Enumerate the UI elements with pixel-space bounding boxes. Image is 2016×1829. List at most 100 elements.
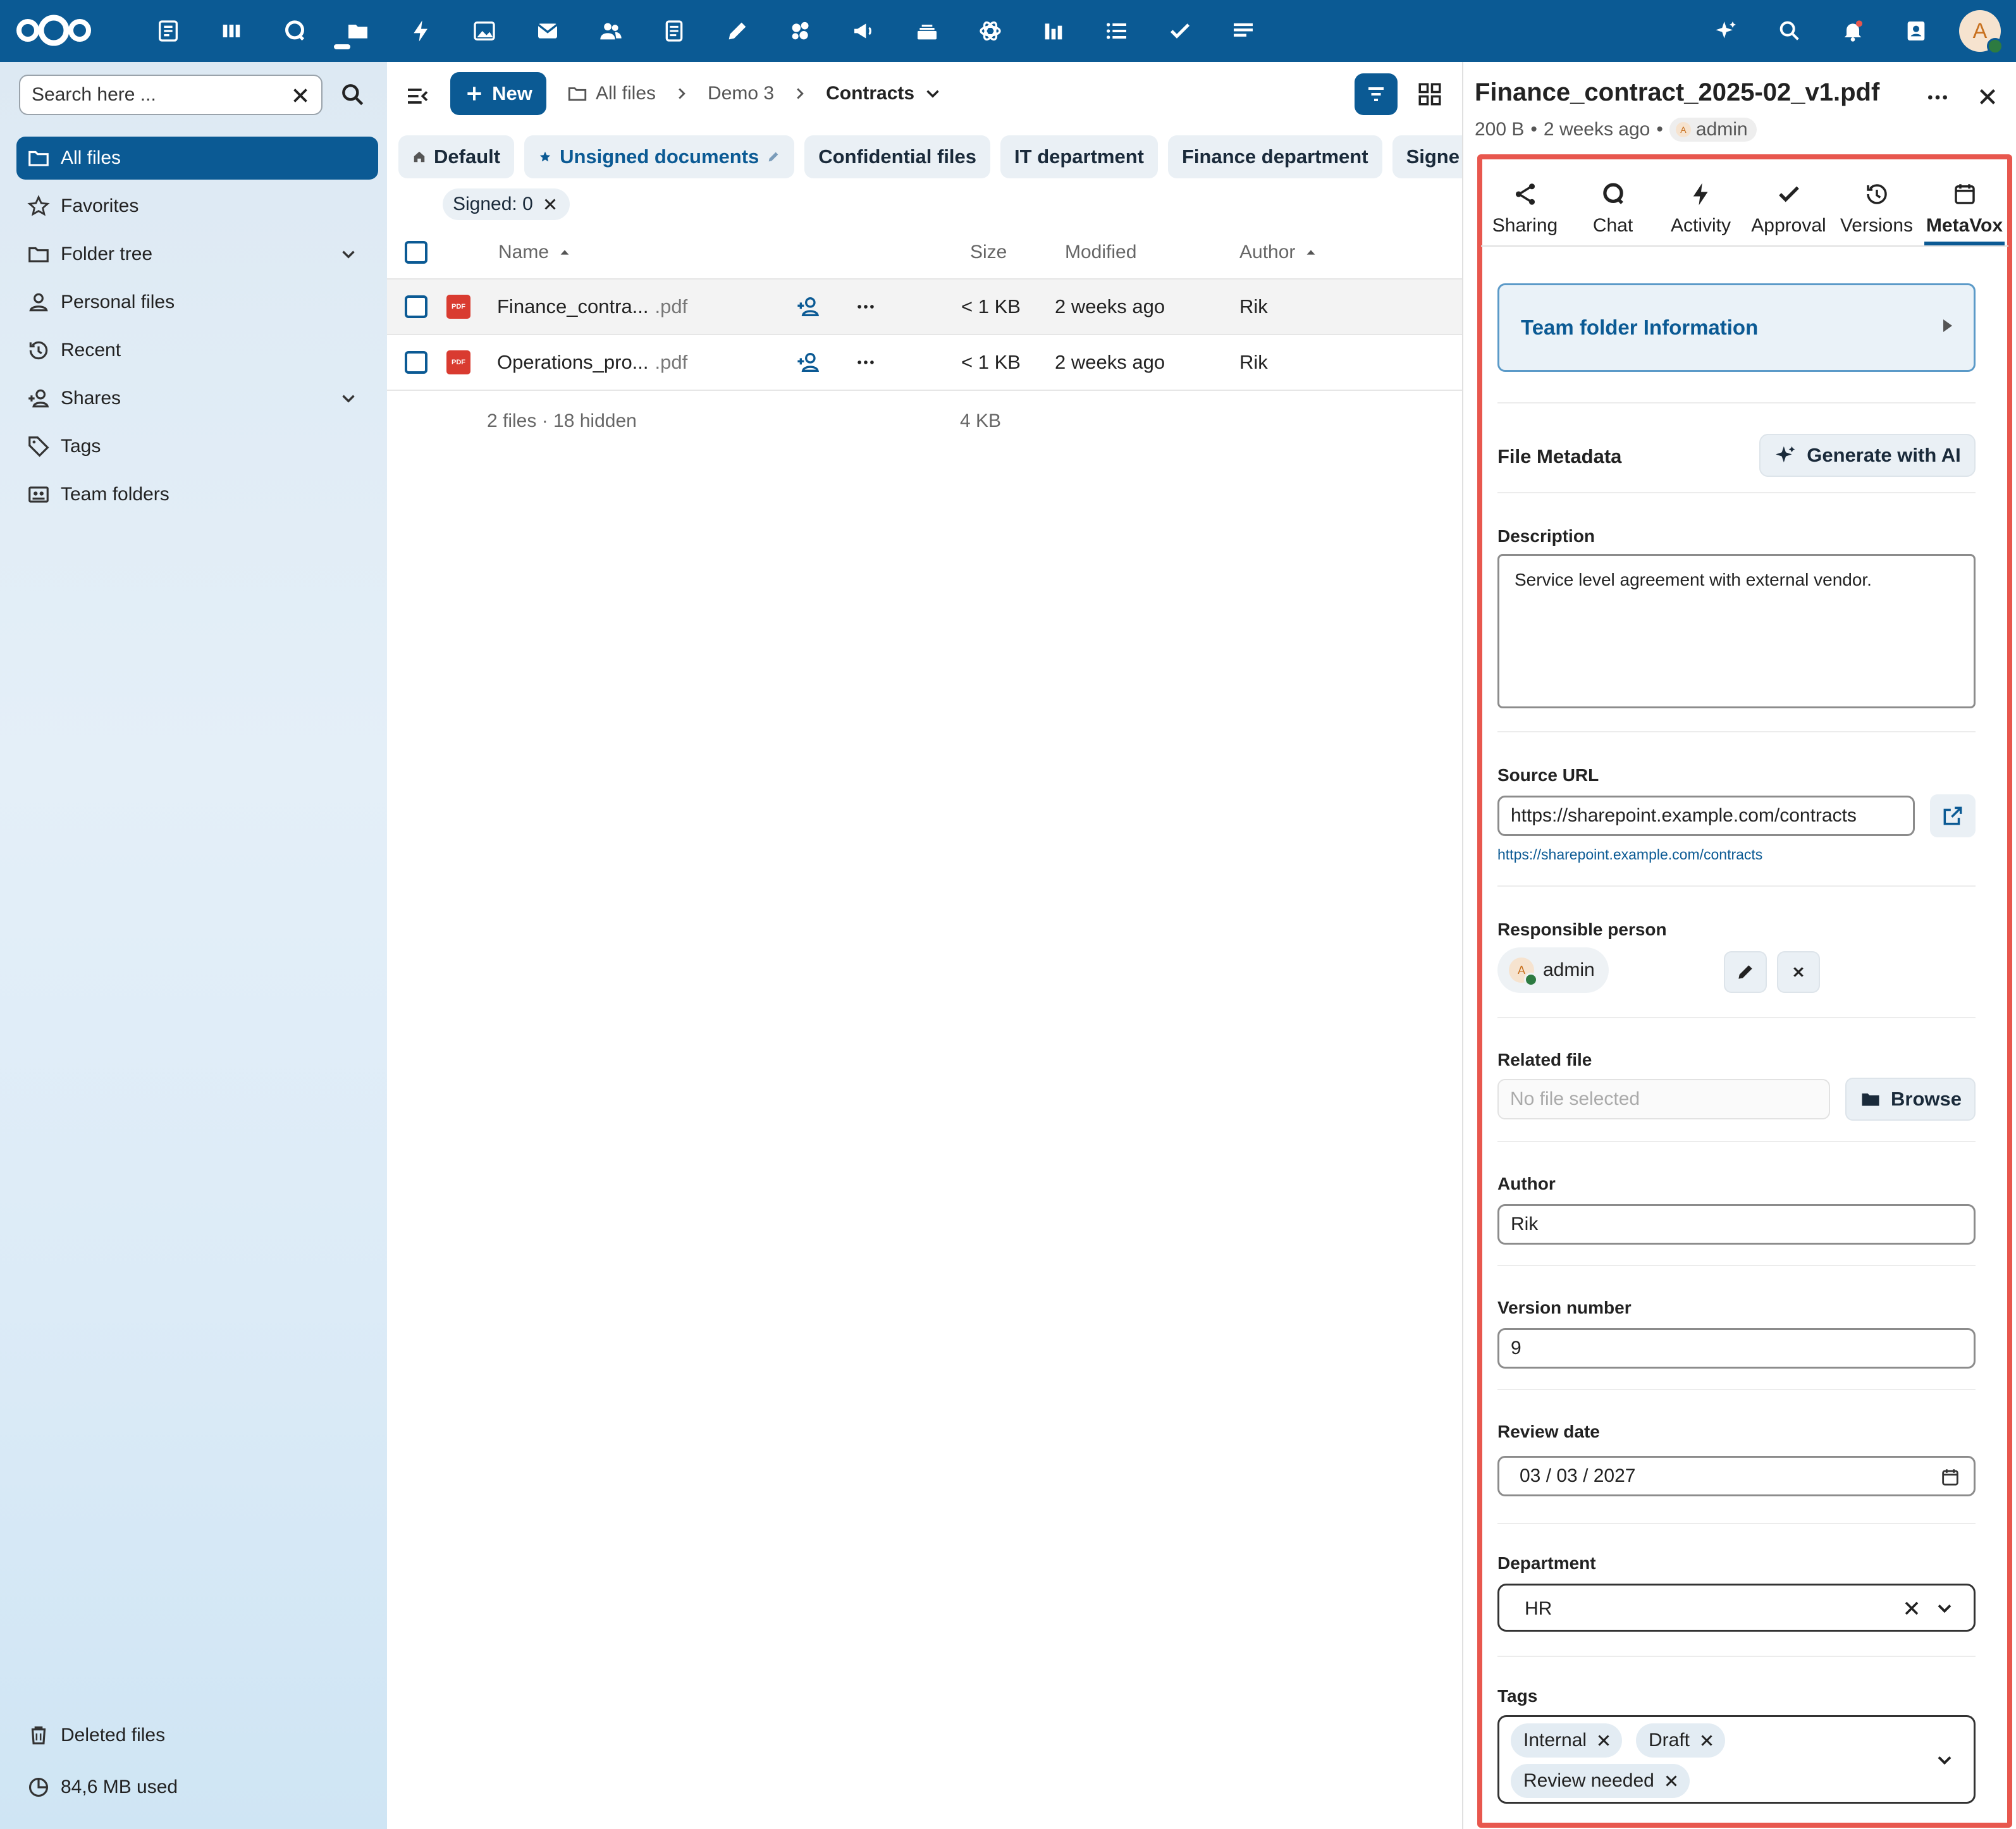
- nav-tags[interactable]: Tags: [16, 425, 378, 468]
- edit-icon[interactable]: [766, 150, 780, 164]
- version-input[interactable]: 9: [1497, 1328, 1976, 1369]
- menu-toggle-icon[interactable]: [405, 83, 430, 109]
- notifications-button[interactable]: [1821, 10, 1884, 52]
- nav-folder-tree[interactable]: Folder tree: [16, 233, 378, 276]
- app-integrations[interactable]: [959, 15, 1022, 47]
- chevron-down-icon[interactable]: [338, 388, 359, 409]
- nav-all-files[interactable]: All files: [16, 137, 378, 180]
- nextcloud-logo[interactable]: [14, 13, 94, 48]
- select-all-checkbox[interactable]: [405, 241, 427, 264]
- app-storage[interactable]: [895, 15, 959, 47]
- column-author[interactable]: Author: [1239, 226, 1318, 278]
- active-filter-chip[interactable]: Signed: 0: [443, 188, 570, 220]
- generate-ai-button[interactable]: Generate with AI: [1759, 434, 1976, 477]
- calendar-icon[interactable]: [1939, 1467, 1961, 1488]
- view-it-department[interactable]: IT department: [1000, 135, 1158, 178]
- row-checkbox[interactable]: [405, 351, 427, 374]
- app-activity[interactable]: [390, 15, 453, 47]
- responsible-user-chip[interactable]: A admin: [1497, 947, 1609, 993]
- app-photos[interactable]: [453, 15, 516, 47]
- app-announcements[interactable]: [832, 15, 895, 47]
- nav-team-folders[interactable]: Team folders: [16, 473, 378, 516]
- tab-chat[interactable]: Chat: [1569, 169, 1657, 245]
- file-name-cell[interactable]: Operations_pro... .pdf: [497, 335, 687, 390]
- app-talk[interactable]: [263, 15, 326, 47]
- source-url-input[interactable]: https://sharepoint.example.com/contracts: [1497, 796, 1915, 836]
- app-analytics[interactable]: [1022, 15, 1085, 47]
- breadcrumb-demo-3[interactable]: Demo 3: [708, 83, 774, 104]
- tab-approval[interactable]: Approval: [1745, 169, 1833, 245]
- breadcrumb-contracts[interactable]: Contracts: [826, 83, 943, 104]
- breadcrumb-all-files[interactable]: All files: [567, 83, 656, 104]
- chevron-down-icon[interactable]: [338, 243, 359, 265]
- more-actions-icon[interactable]: [855, 352, 876, 373]
- clear-responsible-button[interactable]: [1777, 951, 1820, 993]
- tab-versions[interactable]: Versions: [1833, 169, 1921, 245]
- tab-activity[interactable]: Activity: [1657, 169, 1745, 245]
- source-url-link[interactable]: https://sharepoint.example.com/contracts: [1497, 846, 1762, 863]
- view-default[interactable]: Default: [398, 135, 515, 178]
- nav-recent[interactable]: Recent: [16, 329, 378, 372]
- open-url-button[interactable]: [1930, 794, 1976, 837]
- contacts-menu-button[interactable]: [1884, 10, 1948, 52]
- storage-usage[interactable]: 84,6 MB used: [16, 1766, 378, 1809]
- app-list[interactable]: [1085, 15, 1148, 47]
- row-checkbox[interactable]: [405, 295, 427, 318]
- tab-sharing[interactable]: Sharing: [1481, 169, 1569, 245]
- file-name-cell[interactable]: Finance_contra... .pdf: [497, 280, 687, 334]
- description-textarea[interactable]: Service level agreement with external ve…: [1497, 554, 1976, 708]
- remove-tag-icon[interactable]: [1662, 1771, 1681, 1790]
- share-user-icon[interactable]: [796, 294, 821, 319]
- assistant-button[interactable]: [1695, 10, 1758, 52]
- owner-chip[interactable]: A admin: [1669, 118, 1757, 142]
- remove-tag-icon[interactable]: [1594, 1731, 1613, 1750]
- column-modified[interactable]: Modified: [1065, 226, 1136, 278]
- search-icon[interactable]: [339, 81, 367, 109]
- app-files[interactable]: [326, 15, 390, 47]
- browse-button[interactable]: Browse: [1845, 1078, 1976, 1121]
- close-icon[interactable]: [288, 83, 312, 108]
- author-input[interactable]: Rik: [1497, 1204, 1976, 1245]
- nav-shares[interactable]: Shares: [16, 377, 378, 420]
- app-dashboard[interactable]: [137, 15, 200, 47]
- chevron-down-icon[interactable]: [1933, 1597, 1956, 1620]
- new-button[interactable]: New: [450, 72, 546, 115]
- search-input[interactable]: Search here ...: [19, 75, 323, 115]
- table-row[interactable]: PDF Operations_pro... .pdf < 1 KB 2 week…: [387, 335, 1462, 391]
- table-row[interactable]: PDF Finance_contra... .pdf < 1 KB 2 week…: [387, 280, 1462, 335]
- view-confidential-files[interactable]: Confidential files: [804, 135, 991, 178]
- filter-button[interactable]: [1355, 73, 1398, 115]
- grid-view-icon[interactable]: [1417, 81, 1443, 108]
- app-notes[interactable]: [1212, 15, 1275, 47]
- team-folder-info-toggle[interactable]: Team folder Information: [1497, 283, 1976, 372]
- nav-favorites[interactable]: Favorites: [16, 185, 378, 228]
- app-collectives[interactable]: [769, 15, 832, 47]
- share-user-icon[interactable]: [796, 350, 821, 375]
- app-deck[interactable]: [200, 15, 263, 47]
- review-date-input[interactable]: 03 / 03 / 2027: [1497, 1456, 1976, 1496]
- close-icon[interactable]: [1974, 83, 2001, 110]
- view-finance-department[interactable]: Finance department: [1168, 135, 1382, 178]
- app-draw[interactable]: [706, 15, 769, 47]
- app-mail[interactable]: [516, 15, 579, 47]
- unified-search-button[interactable]: [1758, 10, 1821, 52]
- view-signed[interactable]: Signe: [1392, 135, 1462, 178]
- close-icon[interactable]: [541, 195, 560, 214]
- edit-responsible-button[interactable]: [1724, 951, 1767, 993]
- department-select[interactable]: HR: [1497, 1584, 1976, 1632]
- more-actions-icon[interactable]: [855, 296, 876, 317]
- column-size[interactable]: Size: [970, 226, 1007, 278]
- nav-personal-files[interactable]: Personal files: [16, 281, 378, 324]
- user-avatar[interactable]: A: [1959, 10, 2003, 54]
- app-tasks[interactable]: [1148, 15, 1212, 47]
- view-unsigned-documents[interactable]: Unsigned documents: [524, 135, 795, 178]
- more-actions-icon[interactable]: [1925, 85, 1950, 110]
- nav-deleted-files[interactable]: Deleted files: [16, 1714, 378, 1757]
- tags-select[interactable]: Internal Draft Review needed: [1497, 1715, 1976, 1804]
- app-contacts[interactable]: [579, 15, 642, 47]
- column-name[interactable]: Name: [498, 226, 572, 278]
- chevron-down-icon[interactable]: [1933, 1749, 1956, 1771]
- app-text[interactable]: [642, 15, 706, 47]
- remove-tag-icon[interactable]: [1697, 1731, 1716, 1750]
- clear-selection-icon[interactable]: [1900, 1597, 1923, 1620]
